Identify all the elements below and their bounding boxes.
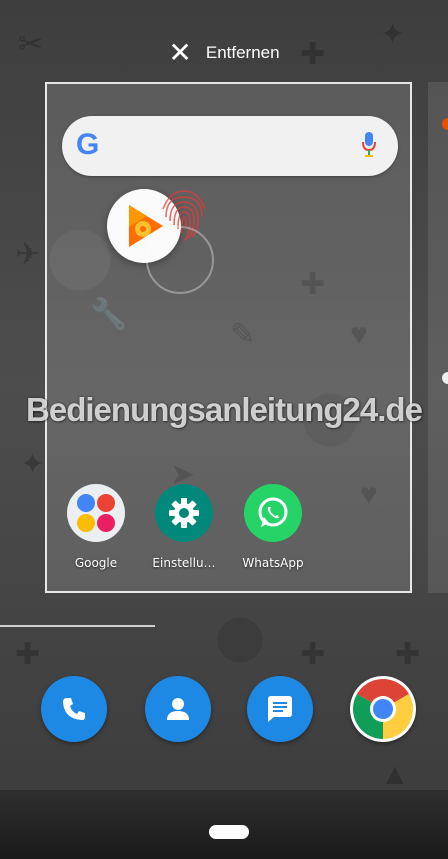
next-page-preview[interactable] (428, 82, 448, 593)
wallpaper-pattern-icon: ✦ (20, 448, 46, 481)
google-search-bar[interactable]: G (62, 116, 398, 176)
app-google-folder[interactable]: Google (56, 484, 136, 570)
app-icon-fragment (442, 372, 448, 384)
settings-icon (155, 484, 213, 542)
chrome-icon[interactable] (350, 676, 416, 742)
app-label: WhatsApp (242, 556, 304, 570)
close-icon: ✕ (168, 36, 192, 69)
mic-icon[interactable] (362, 130, 376, 160)
wallpaper-pattern-icon: ✚ (300, 638, 326, 671)
messages-icon[interactable] (247, 676, 313, 742)
app-whatsapp[interactable]: WhatsApp (233, 484, 313, 570)
home-gesture-pill[interactable] (209, 825, 249, 839)
app-settings[interactable]: Einstellu… (144, 484, 224, 570)
wallpaper-pattern-icon: ✚ (395, 638, 421, 671)
contacts-icon[interactable] (145, 676, 211, 742)
google-folder-icon (67, 484, 125, 542)
watermark: Bedienungsanleitung24.de (26, 391, 423, 428)
google-g-icon: G (76, 128, 100, 161)
wallpaper-pattern-icon: ▲ (380, 758, 410, 791)
phone-icon[interactable] (41, 676, 107, 742)
whatsapp-icon (244, 484, 302, 542)
app-label: Google (74, 556, 118, 570)
app-label: Einstellu… (152, 556, 216, 570)
touch-indicator (146, 226, 214, 294)
previous-page-indicator (0, 625, 155, 627)
app-icon-fragment (442, 118, 448, 130)
remove-drop-target[interactable]: ✕ Entfernen (0, 38, 448, 68)
wallpaper-pattern-icon: ✈ (15, 238, 41, 271)
wallpaper-pattern-icon: ✚ (15, 638, 41, 671)
remove-label: Entfernen (205, 43, 280, 62)
